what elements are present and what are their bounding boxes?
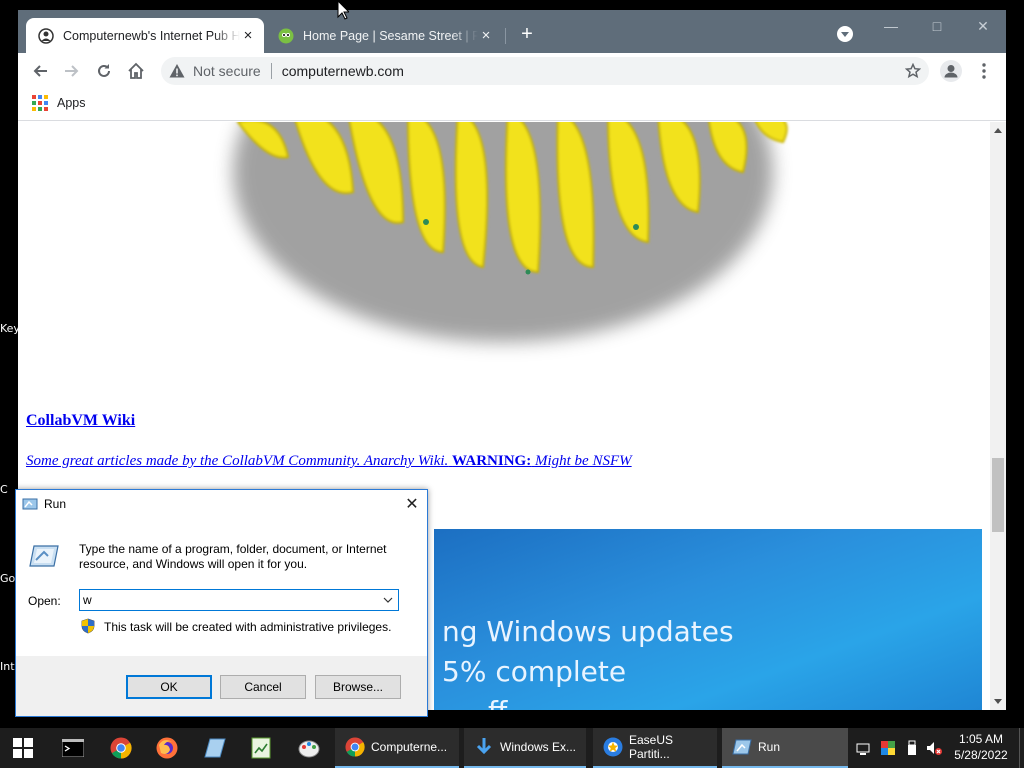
reload-icon[interactable]: [92, 59, 116, 83]
tab-computernewb[interactable]: Computernewb's Internet Pub Hub ×: [26, 18, 264, 53]
start-button[interactable]: [4, 728, 42, 768]
run-program-icon: [29, 545, 59, 567]
open-input[interactable]: [83, 592, 373, 608]
desktop-icon-label: C: [0, 483, 8, 496]
tab-divider: [505, 28, 506, 44]
apps-grid-icon: [32, 95, 48, 111]
warning-icon[interactable]: [169, 63, 185, 79]
dialog-title: Run: [44, 497, 67, 511]
firefox-taskbar-icon[interactable]: [148, 728, 186, 768]
desktop-icon-label: Key: [0, 322, 20, 335]
close-tab-icon[interactable]: ×: [478, 28, 494, 44]
mouse-cursor-icon: [337, 0, 349, 20]
spreadsheet-taskbar-icon[interactable]: [242, 728, 280, 768]
new-tab-button[interactable]: +: [516, 24, 538, 46]
taskbar-app-windows-explorer[interactable]: Windows Ex...: [464, 728, 586, 768]
home-icon[interactable]: [124, 59, 148, 83]
taskbar-app-run[interactable]: Run: [722, 728, 848, 768]
bookmark-star-icon[interactable]: [904, 62, 922, 79]
update-line: ff: [488, 695, 507, 710]
warning-text: Might be NSFW: [534, 453, 632, 469]
close-window-icon[interactable]: ✕: [960, 14, 1006, 38]
close-dialog-icon[interactable]: ✕: [397, 490, 427, 518]
run-icon: [732, 739, 752, 755]
favicon-icon: [278, 28, 294, 44]
wiki-description-text: Some great articles made by the CollabVM…: [26, 453, 449, 469]
browser-toolbar: Not secure computernewb.com: [18, 53, 1006, 89]
run-titlebar[interactable]: Run ✕: [16, 490, 427, 518]
url-text[interactable]: computernewb.com: [282, 63, 404, 79]
uac-shield-icon: [81, 618, 95, 634]
clock-time: 1:05 AM: [958, 732, 1004, 746]
divider: [270, 63, 272, 79]
run-icon: [22, 498, 38, 510]
paint-taskbar-icon[interactable]: [290, 728, 328, 768]
maximize-icon[interactable]: □: [914, 14, 960, 38]
warning-label: WARNING:: [452, 453, 532, 469]
chrome-icon: [345, 737, 365, 757]
taskbar-app-label: EaseUS Partiti...: [629, 733, 674, 761]
chrome-taskbar-icon[interactable]: [102, 728, 140, 768]
run-dialog: Run ✕ Type the name of a program, folder…: [15, 489, 428, 717]
show-desktop-button[interactable]: [1019, 728, 1020, 768]
taskbar-app-label: Windows Ex...: [500, 740, 577, 754]
dialog-description: Type the name of a program, folder, docu…: [79, 542, 387, 571]
admin-note: This task will be created with administr…: [104, 620, 392, 634]
update-line: ng Windows updates: [442, 615, 734, 648]
apps-label: Apps: [57, 96, 86, 110]
tab-sesame-street[interactable]: Home Page | Sesame Street | PBS KIDS ×: [266, 18, 502, 53]
tab-title: Computernewb's Internet Pub Hub: [63, 28, 240, 43]
desktop-icon-label: Int: [0, 660, 15, 673]
display-icon[interactable]: [880, 740, 896, 756]
taskbar-app-label: Computerne...: [371, 740, 448, 754]
collabvm-wiki-link[interactable]: CollabVM Wiki: [26, 412, 135, 430]
profile-avatar-icon[interactable]: [939, 59, 963, 83]
chevron-down-icon[interactable]: [380, 592, 396, 608]
menu-kebab-icon[interactable]: [972, 59, 996, 83]
cmd-taskbar-icon[interactable]: [54, 728, 92, 768]
collabvm-wiki-description-link[interactable]: Some great articles made by the CollabVM…: [26, 453, 632, 470]
windows-update-image: ng Windows updates 5% complete ff: [434, 529, 982, 710]
apps-shortcut[interactable]: Apps: [32, 95, 86, 111]
bookmarks-bar: Apps: [18, 89, 1006, 121]
cancel-button[interactable]: Cancel: [220, 675, 306, 699]
download-icon: [476, 738, 492, 755]
easeus-icon: [603, 737, 623, 757]
browse-button[interactable]: Browse...: [315, 675, 401, 699]
taskbar-app-chrome[interactable]: Computerne...: [335, 728, 459, 768]
app-taskbar-icon[interactable]: [196, 728, 234, 768]
tab-strip: Computernewb's Internet Pub Hub × Home P…: [18, 10, 1006, 53]
tab-title: Home Page | Sesame Street | PBS KIDS: [303, 28, 478, 43]
clock-date: 5/28/2022: [954, 748, 1008, 762]
taskbar-clock[interactable]: 1:05 AM 5/28/2022: [950, 731, 1012, 763]
speaker-muted-icon[interactable]: [926, 740, 942, 756]
ok-button[interactable]: OK: [126, 675, 212, 699]
windows-logo-icon: [13, 738, 33, 758]
page-scrollbar[interactable]: [990, 122, 1006, 710]
tab-search-icon[interactable]: [837, 26, 853, 42]
open-label: Open:: [28, 594, 61, 608]
address-bar[interactable]: Not secure computernewb.com: [161, 57, 929, 85]
network-icon[interactable]: [856, 740, 872, 756]
usb-icon[interactable]: [904, 740, 920, 756]
back-icon[interactable]: [28, 59, 52, 83]
desktop-icon-label: Go: [0, 572, 16, 585]
scroll-down-icon[interactable]: [994, 699, 1002, 704]
taskbar-app-label: Run: [758, 740, 781, 754]
scroll-up-icon[interactable]: [994, 128, 1002, 133]
dialog-body: Type the name of a program, folder, docu…: [16, 518, 427, 656]
taskbar: Computerne... Windows Ex... EaseUS Parti…: [0, 728, 1024, 768]
forward-icon[interactable]: [60, 59, 84, 83]
taskbar-app-easeus[interactable]: EaseUS Partiti...: [593, 728, 717, 768]
security-label[interactable]: Not secure: [193, 63, 261, 79]
update-line: 5% complete: [442, 655, 627, 688]
close-tab-icon[interactable]: ×: [240, 28, 256, 44]
flower-image: [233, 122, 788, 342]
scroll-thumb[interactable]: [992, 458, 1004, 532]
favicon-icon: [38, 27, 54, 44]
minimize-icon[interactable]: —: [868, 14, 914, 38]
open-combobox[interactable]: [79, 589, 399, 611]
